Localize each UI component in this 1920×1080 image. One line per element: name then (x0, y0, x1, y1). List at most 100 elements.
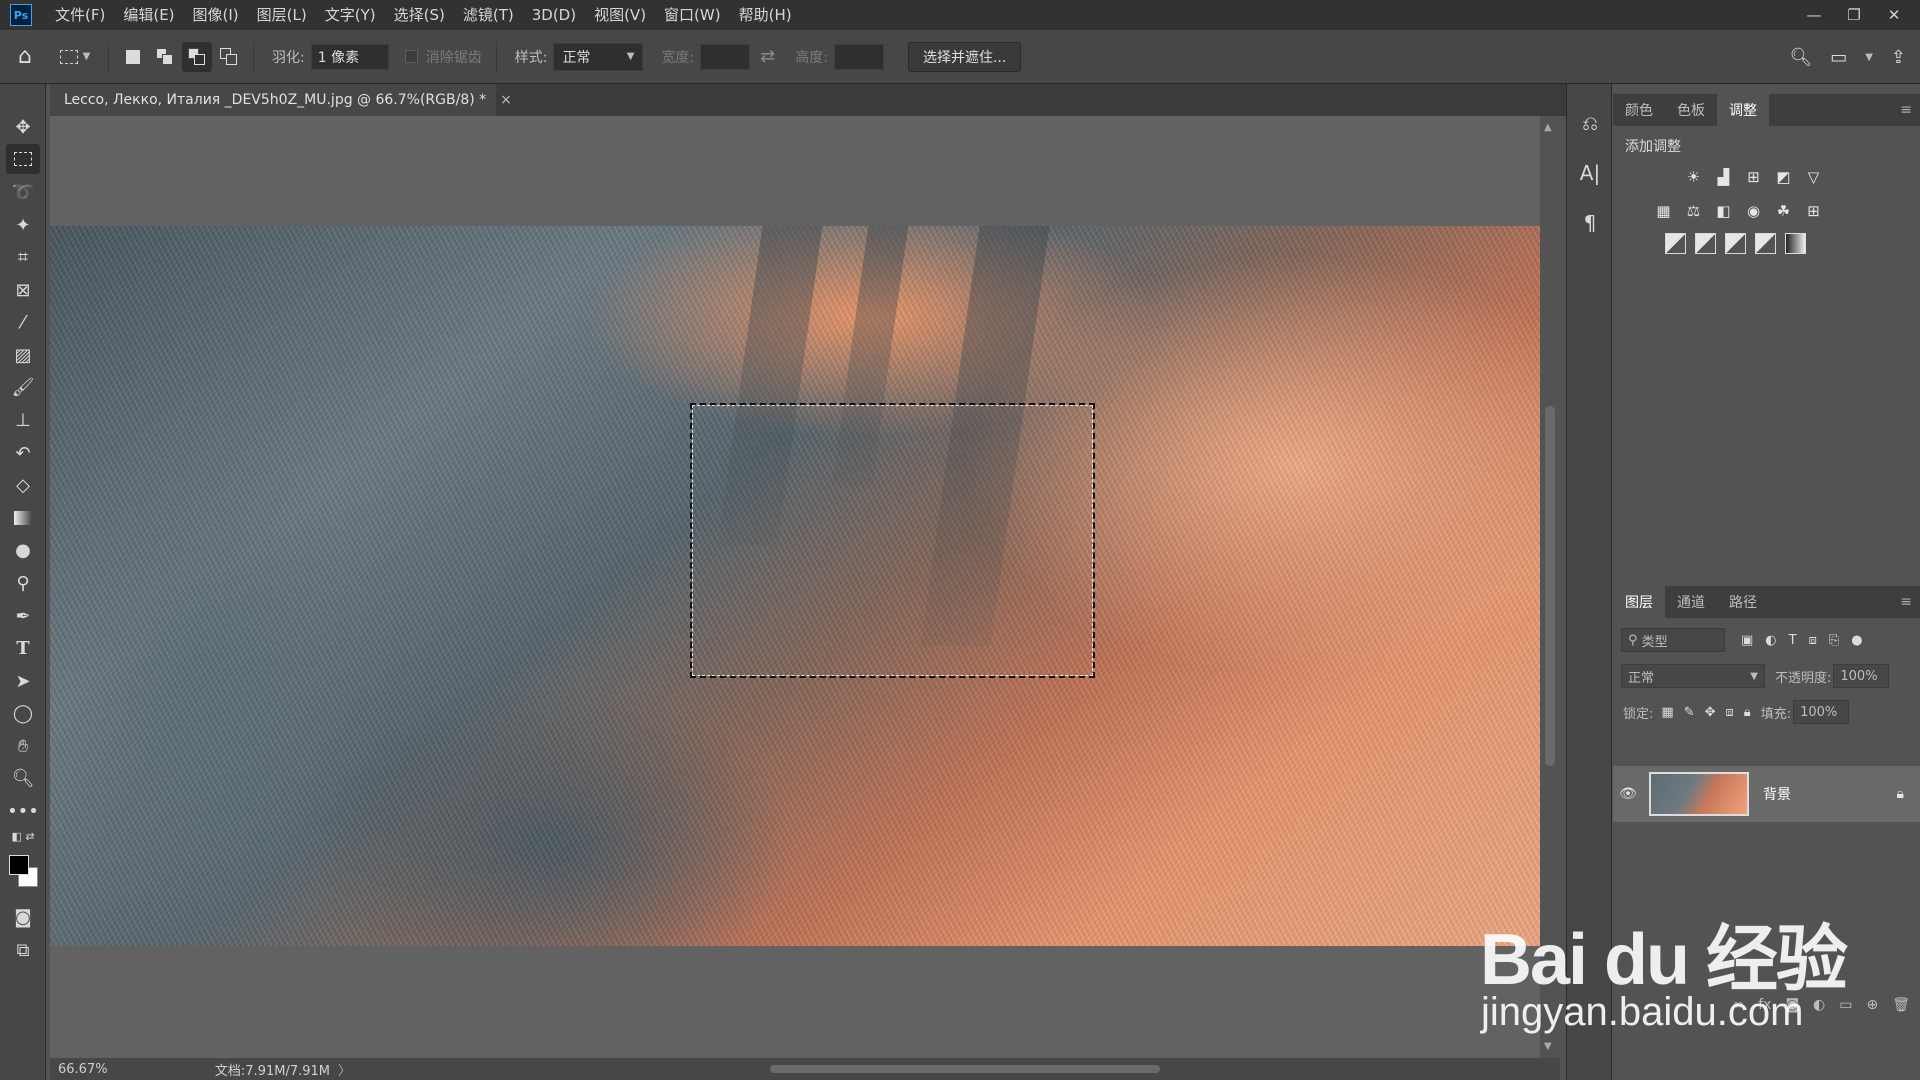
lock-all-icon[interactable]: 🔒︎ (1744, 705, 1751, 720)
curves-icon[interactable]: ⊞ (1743, 166, 1764, 187)
share-icon[interactable]: ⇪ (1891, 47, 1906, 68)
scroll-thumb[interactable] (770, 1065, 1160, 1073)
zoom-tool[interactable]: 🔍︎ (6, 763, 40, 793)
tool-preset-picker[interactable]: ▼ (50, 37, 100, 77)
pen-tool[interactable]: ✒ (6, 601, 40, 631)
quick-mask-button[interactable]: ◙ (6, 902, 40, 932)
lock-position-icon[interactable]: ✥ (1705, 705, 1716, 720)
document-tab[interactable]: Lecco, Лекко, Италия _DEV5h0Z_MU.jpg @ 6… (50, 84, 512, 116)
scroll-down-icon[interactable]: ▼ (1544, 1041, 1552, 1052)
brightness-contrast-icon[interactable]: ☀ (1683, 166, 1704, 187)
ellipse-tool[interactable]: ◯ (6, 698, 40, 728)
link-layers-icon[interactable]: ∞ (1733, 997, 1745, 1013)
new-selection-button[interactable] (118, 42, 148, 72)
invert-icon[interactable] (1665, 233, 1686, 254)
pixel-filter-icon[interactable]: ▣ (1741, 633, 1753, 648)
paragraph-panel-button[interactable]: ¶ (1573, 206, 1607, 240)
add-to-selection-button[interactable] (150, 42, 180, 72)
close-tab-icon[interactable]: × (500, 92, 512, 108)
home-button[interactable]: ⌂ (0, 30, 50, 84)
menu-select[interactable]: 选择(S) (385, 0, 454, 30)
history-brush-tool[interactable]: ↶ (6, 438, 40, 468)
vibrance-icon[interactable]: ▽ (1803, 166, 1824, 187)
shape-filter-icon[interactable]: ⧈ (1809, 633, 1817, 648)
tab-channels[interactable]: 通道 (1665, 586, 1717, 618)
gradient-map-icon[interactable] (1785, 233, 1806, 254)
color-balance-icon[interactable]: ⚖ (1683, 200, 1704, 221)
tab-color[interactable]: 颜色 (1613, 94, 1665, 126)
menu-layer[interactable]: 图层(L) (248, 0, 316, 30)
photo-filter-icon[interactable]: ◉ (1743, 200, 1764, 221)
blend-mode-select[interactable]: 正常 ▼ (1621, 664, 1765, 688)
lock-transparent-icon[interactable]: ▦ (1661, 705, 1673, 720)
vertical-scrollbar[interactable]: ▲ ▼ (1540, 116, 1560, 1058)
menu-image[interactable]: 图像(I) (184, 0, 248, 30)
workspace-icon[interactable]: ▭ (1830, 47, 1847, 68)
foreground-color-swatch[interactable] (9, 855, 29, 875)
black-white-icon[interactable]: ◧ (1713, 200, 1734, 221)
tab-swatches[interactable]: 色板 (1665, 94, 1717, 126)
tab-paths[interactable]: 路径 (1717, 586, 1769, 618)
path-selection-tool[interactable]: ➤ (6, 666, 40, 696)
hue-saturation-icon[interactable]: ▦ (1653, 200, 1674, 221)
healing-brush-tool[interactable]: ▨ (6, 340, 40, 370)
selective-color-icon[interactable] (1755, 233, 1776, 254)
hand-tool[interactable]: ✋︎ (6, 731, 40, 761)
type-tool[interactable]: T (6, 633, 40, 663)
tab-adjustments[interactable]: 调整 (1717, 94, 1769, 126)
menu-type[interactable]: 文字(Y) (316, 0, 385, 30)
eraser-tool[interactable]: ◇ (6, 470, 40, 500)
menu-view[interactable]: 视图(V) (585, 0, 655, 30)
close-button[interactable]: ✕ (1874, 6, 1914, 24)
layer-style-icon[interactable]: fx (1758, 997, 1771, 1013)
menu-3d[interactable]: 3D(D) (523, 0, 585, 30)
menu-edit[interactable]: 编辑(E) (114, 0, 183, 30)
lock-artboard-icon[interactable]: ⧈ (1726, 705, 1734, 720)
layer-filter-select[interactable]: ⚲ 类型 (1621, 628, 1725, 652)
menu-help[interactable]: 帮助(H) (730, 0, 801, 30)
gradient-tool[interactable] (6, 503, 40, 533)
smart-object-filter-icon[interactable]: ⎘ (1829, 633, 1839, 648)
panel-menu-icon[interactable]: ≡ (1900, 594, 1912, 610)
magic-wand-tool[interactable]: ✦ (6, 210, 40, 240)
panel-menu-icon[interactable]: ≡ (1900, 102, 1912, 118)
height-input[interactable] (833, 43, 884, 70)
blur-tool[interactable]: ● (6, 535, 40, 565)
delete-layer-icon[interactable]: 🗑︎ (1892, 997, 1910, 1013)
subtract-from-selection-button[interactable] (182, 41, 212, 72)
tab-layers[interactable]: 图层 (1613, 586, 1665, 618)
antialias-checkbox[interactable] (404, 50, 418, 63)
minimize-button[interactable]: — (1794, 6, 1834, 24)
color-swatches[interactable] (6, 849, 40, 893)
eyedropper-tool[interactable]: ⁄ (6, 307, 40, 337)
marquee-selection[interactable] (690, 403, 1095, 678)
lasso-tool[interactable]: ➰ (6, 177, 40, 207)
levels-icon[interactable]: ▟ (1713, 166, 1734, 187)
exposure-icon[interactable]: ◩ (1773, 166, 1794, 187)
filter-toggle-icon[interactable]: ● (1851, 633, 1862, 648)
move-tool[interactable]: ✥ (6, 112, 40, 142)
status-menu-button[interactable]: 〉 (338, 1060, 351, 1079)
adjustment-filter-icon[interactable]: ◐ (1765, 633, 1776, 648)
color-lookup-icon[interactable]: ⊞ (1803, 200, 1824, 221)
layer-row-background[interactable]: 👁︎ 背景 🔒︎ (1613, 766, 1920, 822)
posterize-icon[interactable] (1695, 233, 1716, 254)
scroll-up-icon[interactable]: ▲ (1544, 122, 1552, 133)
brush-tool[interactable]: 🖌︎ (6, 372, 40, 402)
default-colors-button[interactable]: ◧ ⇄ (6, 826, 40, 846)
restore-button[interactable]: ❐ (1834, 6, 1874, 24)
marquee-tool[interactable] (6, 144, 40, 174)
crop-tool[interactable]: ⌗ (6, 242, 40, 272)
type-filter-icon[interactable]: T (1789, 633, 1797, 648)
menu-file[interactable]: 文件(F) (46, 0, 114, 30)
swap-icon[interactable]: ⇄ (760, 46, 775, 67)
channel-mixer-icon[interactable]: ☘ (1773, 200, 1794, 221)
opacity-input[interactable]: 100% (1833, 664, 1890, 688)
horizontal-scrollbar[interactable] (400, 1062, 1580, 1076)
select-and-mask-button[interactable]: 选择并遮住... (907, 41, 1022, 72)
style-select[interactable]: 正常 ▼ (553, 42, 644, 71)
new-layer-icon[interactable]: ⊕ (1866, 997, 1878, 1013)
scroll-thumb[interactable] (1545, 406, 1555, 766)
menu-filter[interactable]: 滤镜(T) (454, 0, 523, 30)
visibility-eye-icon[interactable]: 👁︎ (1613, 786, 1643, 802)
